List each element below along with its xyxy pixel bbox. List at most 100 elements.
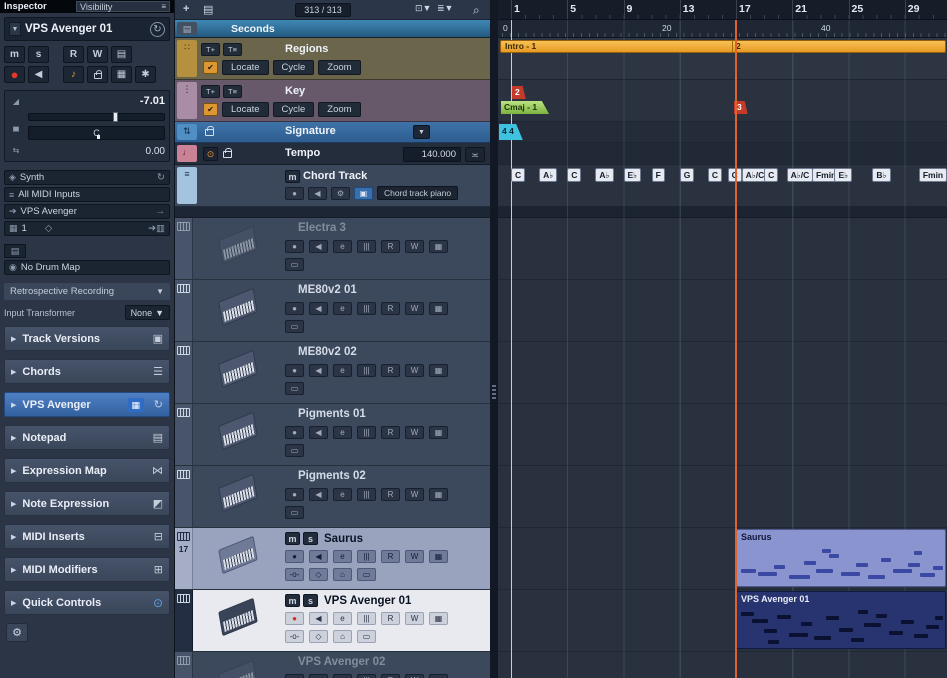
read-automation-button[interactable]: R [381, 550, 400, 563]
record-button[interactable]: ● [285, 488, 304, 501]
monitor-button[interactable]: ◀ [309, 426, 328, 439]
folder-icon[interactable]: ▤ [203, 3, 213, 16]
chord-event[interactable]: C [707, 168, 723, 182]
edit-channel-button[interactable]: e [333, 612, 352, 625]
inspector-section-chords[interactable]: ▶ Chords ☰ [4, 359, 170, 384]
pan-handle[interactable] [96, 135, 100, 140]
fader-handle[interactable] [112, 111, 118, 122]
record-button[interactable]: ● [285, 426, 304, 439]
lock-icon[interactable] [87, 66, 108, 83]
read-automation-button[interactable]: R [381, 302, 400, 315]
open-instrument-button[interactable]: ||| [357, 674, 376, 678]
chord-event[interactable]: A♭/C [786, 168, 814, 182]
tempo-lane[interactable] [498, 143, 947, 165]
regions-track-header[interactable]: ∷ T+ T≡ Regions ✔ Locate Cycle Zoom [175, 38, 490, 80]
key-event-marker[interactable]: 2 [512, 86, 526, 99]
edit-channel-button[interactable]: e [333, 550, 352, 563]
signature-lane[interactable]: 4 4 [498, 122, 947, 143]
edit-channel-button[interactable]: e [333, 240, 352, 253]
lock-icon[interactable] [223, 148, 232, 158]
read-automation-button[interactable]: R [381, 612, 400, 625]
automation-grid-icon[interactable]: ▤ [111, 46, 132, 63]
output-button[interactable]: ▦ [429, 240, 448, 253]
transformer-icon[interactable]: ◇ [309, 630, 328, 643]
key-track-header[interactable]: ⋮ T+ T≡ Key ✔ Locate Cycle Zoom [175, 80, 490, 122]
record-button[interactable]: ● [285, 364, 304, 377]
write-automation-button[interactable]: W [405, 240, 424, 253]
ruler-track-header[interactable]: ▤ Seconds [175, 20, 490, 38]
chord-event[interactable]: Fmin [918, 168, 947, 182]
panel-divider[interactable] [490, 0, 498, 678]
lanes-icon[interactable]: ▭ [285, 506, 304, 519]
track-row-vps-avenger-02[interactable]: VPS Avenger 02●◀e|||RW▦▭ [175, 652, 490, 678]
transformer-icon[interactable]: ◇ [309, 568, 328, 581]
record-button[interactable]: ● [285, 674, 304, 678]
write-automation-button[interactable]: W [405, 426, 424, 439]
solo-button[interactable]: s [303, 594, 318, 607]
tab-visibility[interactable]: Visibility ≡ [76, 1, 170, 12]
monitor-button[interactable]: ◀ [309, 302, 328, 315]
chord-lane[interactable]: CA♭CA♭E♭FGCCA♭/CCA♭/CFminE♭B♭Fmin [498, 165, 947, 207]
lanes-icon[interactable]: ▭ [285, 258, 304, 271]
monitor-mode-icon[interactable]: ⌂ [333, 568, 352, 581]
chord-event[interactable]: C [567, 168, 582, 182]
key-zoom-button[interactable]: Zoom [318, 102, 361, 117]
pan-control[interactable]: C [28, 126, 165, 141]
chord-event[interactable]: C [764, 168, 779, 182]
key-cycle-button[interactable]: Cycle [272, 102, 315, 117]
output-routing-selector[interactable]: ➔ VPS Avenger → [4, 204, 170, 219]
record-button[interactable]: ● [285, 550, 304, 563]
key-list-button[interactable]: T≡ [223, 84, 242, 98]
playhead-cursor[interactable] [735, 20, 737, 678]
chord-display-icon[interactable]: ▣ [354, 186, 373, 200]
inspector-section-midi-inserts[interactable]: ▶ MIDI Inserts ⊟ [4, 524, 170, 549]
open-instrument-button[interactable]: ||| [357, 550, 376, 563]
signature-track-header[interactable]: ⇅ Signature ▼ [175, 122, 490, 143]
record-enable-button[interactable]: ● [4, 66, 25, 83]
timeline-lane-electra-3[interactable] [498, 218, 947, 280]
monitor-button[interactable]: ◀ [309, 674, 328, 678]
read-automation-button[interactable]: R [381, 364, 400, 377]
track-row-vps-avenger-01[interactable]: m s VPS Avenger 01 ● ◀ e ||| R W ▦ -o- ◇ ⌂ ▭ [175, 590, 490, 652]
timeline-lane-me80v2-02[interactable] [498, 342, 947, 404]
arranger-region-intro[interactable]: Intro - 1 2 [500, 40, 946, 53]
write-automation-button[interactable]: W [405, 488, 424, 501]
tempo-active-button[interactable]: ⊙ [203, 147, 218, 161]
track-row-pigments-02[interactable]: Pigments 02 ● ◀ e ||| R W ▦ ▭ [175, 466, 490, 528]
output-button[interactable]: ▦ [429, 364, 448, 377]
input-transformer-dropdown[interactable]: None ▼ [124, 305, 170, 320]
timeline-lane-pigments-02[interactable] [498, 466, 947, 528]
chord-track-header[interactable]: ≡ m Chord Track ● ◀ ⚙ ▣ Chord track pian… [175, 165, 490, 207]
write-automation-button[interactable]: W [405, 612, 424, 625]
track-row-me80v2-02[interactable]: ME80v2 02 ● ◀ e ||| R W ▦ ▭ [175, 342, 490, 404]
chord-event[interactable]: F [651, 168, 665, 182]
read-automation-button[interactable]: R [63, 46, 84, 63]
chord-event[interactable]: A♭ [595, 168, 614, 182]
edit-instrument-icon[interactable]: ↻ [150, 21, 165, 37]
instrument-selector[interactable]: ◈ Synth ↻ [4, 170, 170, 185]
lanes-icon[interactable]: ▭ [357, 630, 376, 643]
mute-button[interactable]: m [285, 532, 300, 545]
divider-grip-handle[interactable] [492, 385, 496, 401]
mute-button[interactable]: m [4, 46, 25, 63]
read-automation-button[interactable]: R [381, 426, 400, 439]
record-button[interactable]: ● [285, 302, 304, 315]
monitor-button[interactable]: ◀ [309, 488, 328, 501]
output-button[interactable]: ▦ [429, 674, 448, 678]
write-automation-button[interactable]: W [405, 302, 424, 315]
inspector-section-vps-avenger[interactable]: ▶ VPS Avenger ▦ ↻ [4, 392, 170, 417]
inspector-settings-gear-icon[interactable]: ⚙ [6, 623, 28, 642]
key-event-cmaj[interactable]: Cmaj - 1 [501, 101, 550, 114]
record-button[interactable]: ● [285, 240, 304, 253]
drum-map-editor-icon[interactable]: ▤ [4, 244, 26, 258]
track-row-me80v2-01[interactable]: ME80v2 01 ● ◀ e ||| R W ▦ ▭ [175, 280, 490, 342]
inspector-track-header[interactable]: ▼ VPS Avenger 01 ↻ [4, 17, 170, 41]
track-row-electra-3[interactable]: Electra 3 ● ◀ e ||| R W ▦ ▭ [175, 218, 490, 280]
monitored-track-box[interactable]: Chord track piano [377, 186, 459, 200]
output-button[interactable]: ▦ [429, 302, 448, 315]
lock-icon[interactable] [205, 126, 214, 136]
monitor-button[interactable]: ◀ [309, 612, 328, 625]
monitor-mode-icon[interactable]: ⌂ [333, 630, 352, 643]
edit-channel-button[interactable]: e [333, 302, 352, 315]
midi-region-saurus[interactable]: Saurus [736, 529, 946, 587]
